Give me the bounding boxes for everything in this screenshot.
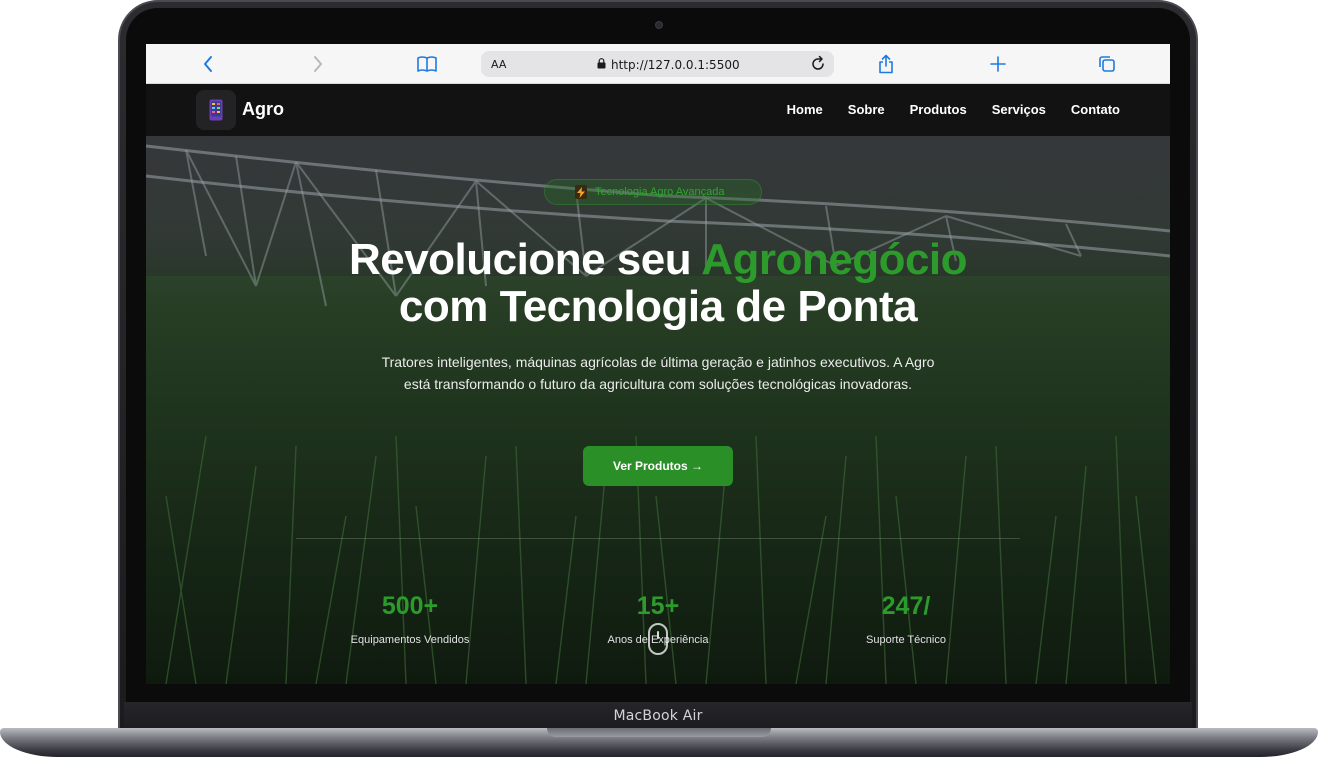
hero-badge: Tecnologia Agro Avançada — [544, 179, 762, 205]
hero-badge-text: Tecnologia Agro Avançada — [595, 186, 725, 198]
headline-line2: com Tecnologia de Ponta — [398, 282, 918, 331]
device-label: MacBook Air — [613, 708, 703, 724]
url-text: http://127.0.0.1:5500 — [611, 58, 740, 72]
reload-icon[interactable] — [810, 55, 826, 77]
stats-divider — [296, 538, 1020, 539]
address-bar[interactable]: AA http://127.0.0.1:5500 — [481, 51, 834, 77]
hero-section: Tecnologia Agro Avançada Revolucione seu… — [146, 136, 1170, 684]
stat-label: Equipamentos Vendidos — [350, 634, 470, 646]
nav-link-contato[interactable]: Contato — [1071, 102, 1120, 117]
ver-produtos-button[interactable]: Ver Produtos → — [583, 446, 733, 486]
nav-link-sobre[interactable]: Sobre — [848, 102, 885, 117]
logo-icon[interactable] — [196, 90, 236, 130]
hero-headline: Revolucione seu Agronegócio com Tecnolog… — [146, 236, 1170, 330]
laptop-chin: MacBook Air — [124, 702, 1192, 730]
nav-link-servicos[interactable]: Serviços — [992, 102, 1046, 117]
headline-text: Revolucione seu — [348, 235, 702, 284]
lightning-icon — [575, 185, 587, 199]
tabs-icon[interactable] — [1095, 52, 1119, 76]
forward-icon[interactable] — [306, 52, 330, 76]
lock-icon — [597, 56, 606, 74]
laptop-notch — [547, 728, 771, 737]
stat-label: Suporte Técnico — [866, 634, 946, 646]
nav-link-produtos[interactable]: Produtos — [910, 102, 967, 117]
site-navbar: Agro Home Sobre Produtos Serviços Contat… — [146, 84, 1170, 136]
stat-value: 247/ — [881, 592, 931, 620]
nav-menu: Home Sobre Produtos Serviços Contato — [787, 102, 1120, 117]
browser-window: AA http://127.0.0.1:5500 Agro Home Sobre… — [146, 44, 1170, 684]
scroll-dot — [657, 631, 659, 639]
nav-link-home[interactable]: Home — [787, 102, 823, 117]
browser-toolbar: AA http://127.0.0.1:5500 — [146, 44, 1170, 84]
hero-subtitle: Tratores inteligentes, máquinas agrícola… — [381, 354, 935, 392]
headline-accent: Agronegócio — [701, 235, 968, 284]
share-icon[interactable] — [874, 52, 898, 76]
text-size-button[interactable]: AA — [491, 58, 506, 71]
stat-value: 500+ — [381, 592, 439, 620]
camera-icon — [656, 22, 662, 28]
logo-text[interactable]: Agro — [242, 99, 284, 120]
new-tab-icon[interactable] — [986, 52, 1010, 76]
stat-suporte: 247/ Suporte Técnico — [796, 591, 1016, 646]
stat-value: 15+ — [636, 592, 680, 620]
scroll-indicator-icon[interactable] — [648, 623, 668, 655]
back-icon[interactable] — [196, 52, 220, 76]
stat-equipamentos: 500+ Equipamentos Vendidos — [300, 591, 520, 646]
bookmarks-icon[interactable] — [415, 52, 439, 76]
